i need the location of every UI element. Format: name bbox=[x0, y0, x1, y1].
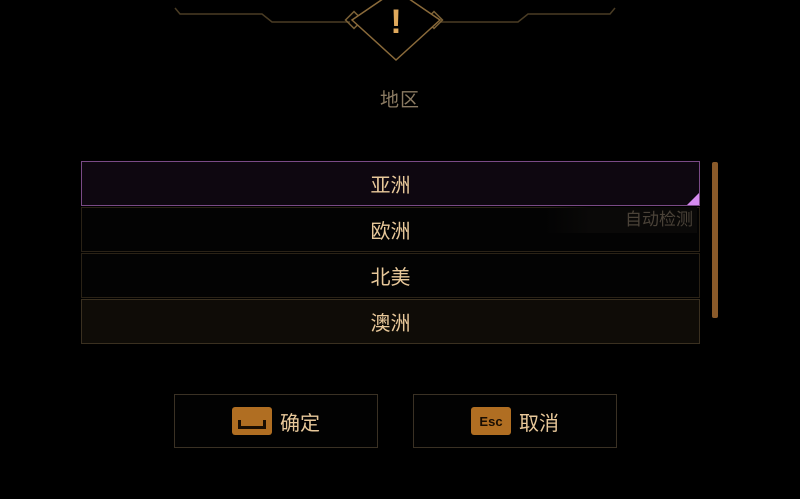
region-label: 亚洲 bbox=[370, 173, 411, 197]
space-key-icon bbox=[232, 407, 272, 435]
cancel-button[interactable]: Esc 取消 bbox=[413, 394, 617, 448]
region-option-asia[interactable]: 亚洲 bbox=[81, 161, 700, 206]
confirm-label: 确定 bbox=[280, 410, 320, 435]
region-label: 欧洲 bbox=[370, 219, 411, 243]
region-option-oceania[interactable]: 澳洲 bbox=[81, 299, 700, 344]
scrollbar[interactable] bbox=[712, 162, 720, 318]
selected-corner-icon bbox=[687, 193, 699, 205]
region-option-north-america[interactable]: 北美 bbox=[81, 253, 700, 298]
warning-icon: ! bbox=[390, 3, 402, 41]
region-list: 亚洲 欧洲 北美 澳洲 bbox=[81, 161, 700, 345]
auto-detect-tooltip: 自动检测 bbox=[545, 207, 697, 233]
region-label: 澳洲 bbox=[370, 311, 411, 335]
scrollbar-thumb[interactable] bbox=[712, 162, 718, 318]
cancel-label: 取消 bbox=[519, 410, 559, 435]
region-label: 北美 bbox=[370, 265, 411, 289]
confirm-button[interactable]: 确定 bbox=[174, 394, 378, 448]
dialog-title: 地区 bbox=[379, 89, 420, 111]
esc-key-icon: Esc bbox=[471, 407, 511, 435]
